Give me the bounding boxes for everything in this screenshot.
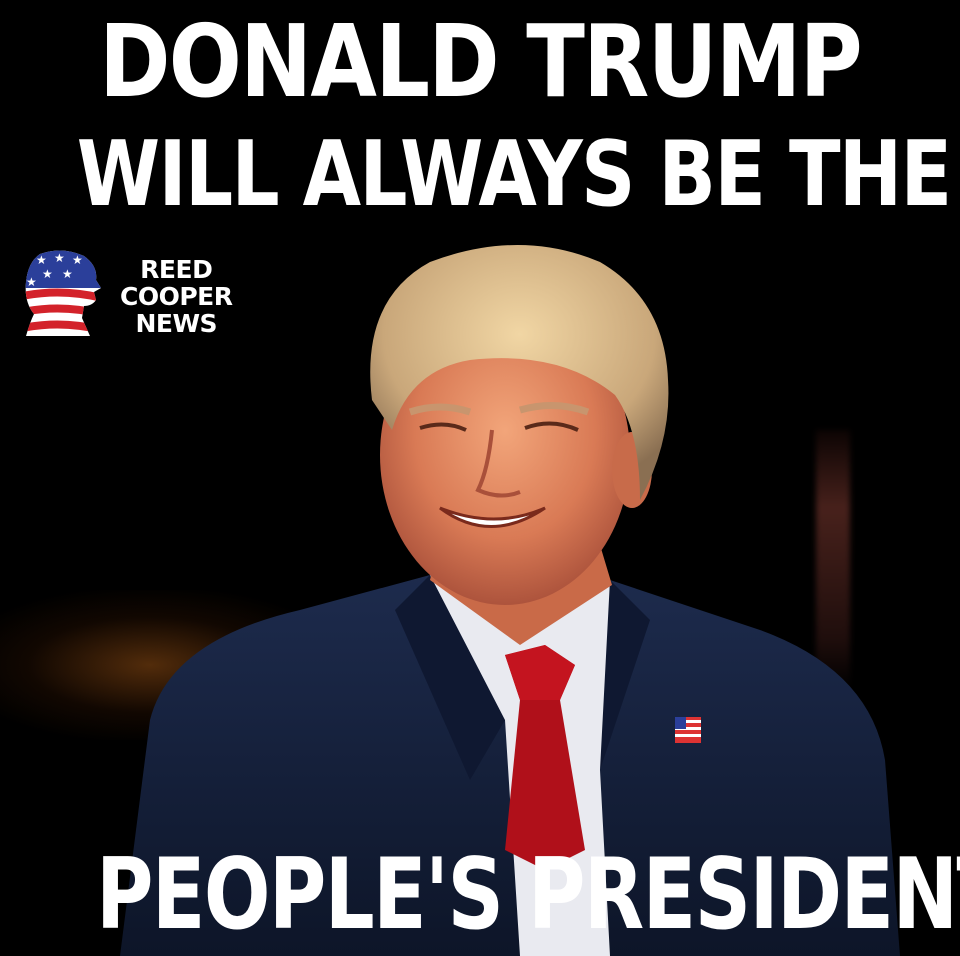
logo-line-2: COOPER [120, 282, 233, 311]
headline-line-1: DONALD TRUMP [99, 3, 863, 120]
svg-text:★: ★ [54, 251, 65, 265]
logo-line-3: NEWS [135, 309, 218, 338]
svg-text:★: ★ [72, 253, 83, 267]
svg-text:★: ★ [62, 267, 73, 281]
logo-wordmark: REED COOPER NEWS [120, 256, 233, 337]
headline-line-3: PEOPLE'S PRESIDENT [96, 838, 960, 952]
svg-text:★: ★ [26, 275, 37, 289]
american-flag-head-silhouette-icon: ★ ★ ★ ★ ★ ★ [25, 250, 102, 337]
svg-text:★: ★ [42, 267, 53, 281]
logo-line-1: REED [140, 255, 213, 284]
reed-cooper-news-logo: ★ ★ ★ ★ ★ ★ REED COOPER NEWS [22, 248, 242, 340]
headline-line-2: WILL ALWAYS BE THE [76, 122, 952, 227]
svg-text:★: ★ [36, 253, 47, 267]
flag-lapel-pin [675, 717, 701, 743]
